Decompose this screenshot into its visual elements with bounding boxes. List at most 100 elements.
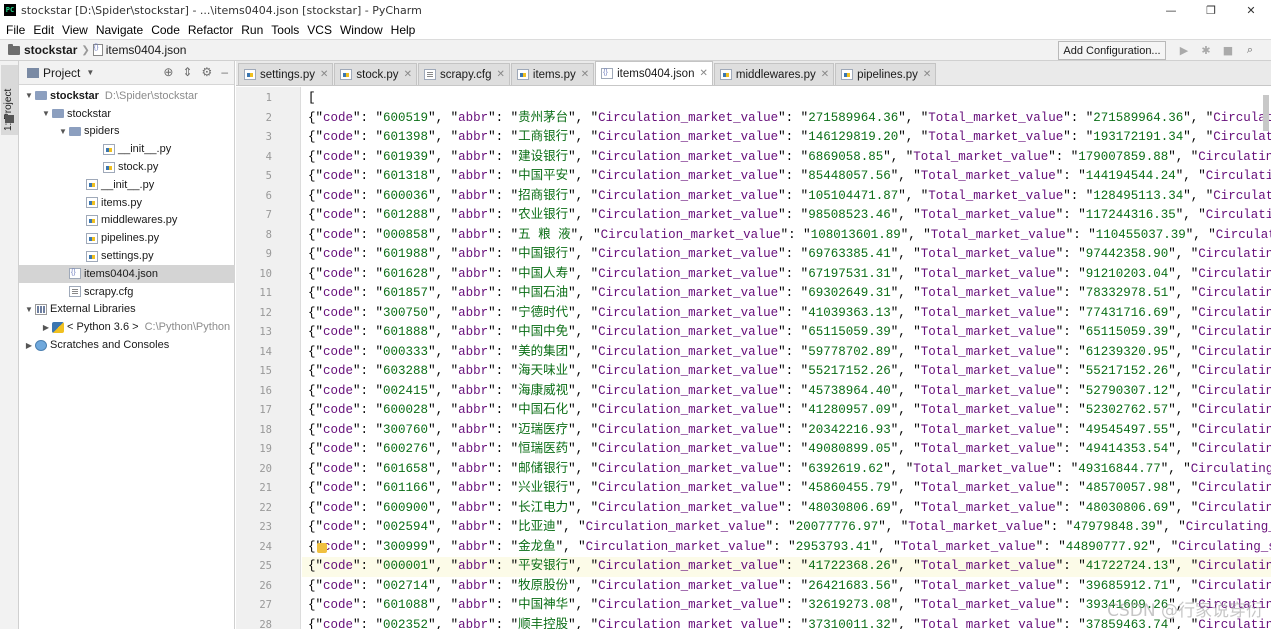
editor-tab[interactable]: pipelines.py ✕ (835, 63, 937, 85)
editor-tab[interactable]: middlewares.py ✕ (713, 63, 835, 85)
breadcrumb-project[interactable]: stockstar (24, 43, 77, 57)
json-value-abbr: 中国银行 (518, 247, 569, 261)
json-value-code: 002594 (383, 520, 429, 534)
json-key: abbr (458, 286, 489, 300)
tree-item[interactable]: stock.py (19, 158, 235, 176)
json-key: abbr (458, 578, 489, 593)
tree-item[interactable]: ▶ Scratches and Consoles (19, 336, 235, 354)
json-key: Circulating_share_capital (1213, 130, 1271, 144)
json-key: Circulation_market_value (585, 539, 766, 554)
json-value-code: 002714 (383, 578, 429, 593)
navigation-bar: stockstar ❯ items0404.json Add Configura… (0, 39, 1271, 61)
code-line: {"code": "300999", "abbr": "金龙鱼", "Circu… (302, 538, 1271, 558)
json-value-total: 179007859.88 (1078, 149, 1169, 164)
tree-item[interactable]: ▼ stockstar (19, 105, 235, 123)
json-value-abbr: 顺丰控股 (518, 617, 569, 629)
tree-item[interactable]: items.py (19, 194, 235, 212)
tree-item[interactable]: middlewares.py (19, 212, 235, 230)
editor-tab[interactable]: items.py ✕ (510, 63, 595, 85)
collapsed-arrow-icon[interactable]: ▶ (40, 323, 52, 332)
maximize-button[interactable]: ❐ (1191, 0, 1231, 20)
json-key: Circulating_share_capital (1213, 188, 1271, 203)
locate-file-icon[interactable]: ⊕ (163, 65, 173, 79)
expanded-arrow-icon[interactable]: ▼ (57, 127, 69, 136)
close-button[interactable]: ✕ (1231, 0, 1271, 20)
tree-item[interactable]: ▼ External Libraries (19, 301, 235, 319)
close-tab-icon[interactable]: ✕ (320, 69, 328, 80)
python-file-icon (841, 69, 854, 80)
json-key: Circulation_market_value (598, 383, 779, 398)
tree-item[interactable]: __init__.py (19, 176, 235, 194)
tree-item[interactable]: __init__.py (19, 140, 235, 158)
python-file-icon (86, 197, 98, 209)
tree-item-label: Scratches and Consoles (50, 339, 170, 352)
menu-item-vcs[interactable]: VCS (303, 23, 336, 37)
menu-item-file[interactable]: File (2, 23, 29, 37)
menu-item-navigate[interactable]: Navigate (92, 23, 147, 37)
debug-icon[interactable]: ✱ (1198, 42, 1214, 58)
add-configuration-button[interactable]: Add Configuration... (1058, 41, 1166, 60)
tree-item[interactable]: ▶ < Python 3.6 > C:\Python\Python (19, 318, 235, 336)
close-tab-icon[interactable]: ✕ (923, 69, 931, 80)
menu-item-window[interactable]: Window (336, 23, 387, 37)
menu-item-view[interactable]: View (58, 23, 92, 37)
tree-item[interactable]: items0404.json (19, 264, 235, 283)
close-tab-icon[interactable]: ✕ (581, 69, 589, 80)
close-tab-icon[interactable]: ✕ (821, 69, 829, 80)
expanded-arrow-icon[interactable]: ▼ (23, 305, 35, 314)
menu-item-help[interactable]: Help (387, 23, 420, 37)
json-key: Circulating_share_capital (1198, 364, 1271, 378)
code-area[interactable]: [{"code": "600519", "abbr": "贵州茅台", "Cir… (302, 87, 1271, 629)
tree-item[interactable]: scrapy.cfg (19, 283, 235, 301)
project-view-label[interactable]: Project (43, 66, 80, 80)
expanded-arrow-icon[interactable]: ▼ (40, 109, 52, 118)
editor-tab[interactable]: items0404.json ✕ (595, 61, 713, 85)
json-key: Total_market_value (920, 578, 1056, 593)
editor-tab[interactable]: stock.py ✕ (334, 63, 417, 85)
menu-item-refactor[interactable]: Refactor (184, 23, 237, 37)
vertical-scrollbar[interactable] (1263, 95, 1269, 131)
json-key: Total_market_value (920, 325, 1056, 339)
json-key: code (323, 539, 354, 554)
tree-item[interactable]: pipelines.py (19, 229, 235, 247)
json-value-code: 601628 (383, 266, 429, 281)
json-key: code (323, 403, 354, 417)
code-line: {"code": "601988", "abbr": "中国银行", "Circ… (302, 245, 1271, 265)
lightbulb-icon[interactable] (317, 542, 327, 553)
menu-item-tools[interactable]: Tools (267, 23, 303, 37)
close-tab-icon[interactable]: ✕ (699, 68, 707, 79)
menu-item-code[interactable]: Code (147, 23, 184, 37)
window-title: stockstar [D:\Spider\stockstar] - ...\it… (21, 3, 422, 17)
tree-item[interactable]: settings.py (19, 247, 235, 265)
menu-item-edit[interactable]: Edit (29, 23, 58, 37)
hide-icon[interactable]: – (221, 65, 228, 79)
collapse-all-icon[interactable]: ⇕ (182, 65, 192, 79)
json-value-total: 144194544.24 (1085, 169, 1176, 183)
json-value-abbr: 恒瑞医药 (518, 442, 569, 456)
editor-tab[interactable]: settings.py ✕ (238, 63, 334, 85)
run-icon[interactable]: ▶ (1176, 42, 1192, 58)
breadcrumb-file[interactable]: items0404.json (106, 43, 187, 57)
line-number: 13 (259, 326, 272, 338)
window-controls: — ❐ ✕ (1151, 0, 1271, 20)
tree-item[interactable]: ▼ spiders (19, 123, 235, 141)
close-tab-icon[interactable]: ✕ (497, 69, 505, 80)
editor-tab[interactable]: scrapy.cfg ✕ (417, 63, 510, 85)
chevron-down-icon[interactable]: ▼ (86, 68, 94, 77)
json-value-total: 41722724.13 (1085, 559, 1169, 573)
menu-item-run[interactable]: Run (237, 23, 267, 37)
json-key: Circulating_share_capital (1215, 227, 1271, 242)
minimize-button[interactable]: — (1151, 0, 1191, 20)
gear-icon[interactable]: ⚙ (202, 65, 213, 79)
close-tab-icon[interactable]: ✕ (404, 69, 412, 80)
editor-tab-label: pipelines.py (857, 68, 918, 81)
tree-item[interactable]: ▼ stockstar D:\Spider\stockstar (19, 87, 235, 105)
project-tool-label[interactable]: 1: Project (3, 89, 14, 131)
code-editor[interactable]: 1 2 3 4 5 6 7 8 9 10 11 12 13 14 15 16 17 18 19 20 21 22 23 24 2… (236, 87, 1271, 629)
json-key: Total_market_value (900, 539, 1036, 554)
expanded-arrow-icon[interactable]: ▼ (23, 91, 35, 100)
search-everywhere-icon[interactable]: ⌕ (1242, 42, 1258, 58)
tree-item-label: stockstar (67, 107, 112, 120)
stop-icon[interactable]: ■ (1220, 42, 1236, 58)
collapsed-arrow-icon[interactable]: ▶ (23, 341, 35, 350)
